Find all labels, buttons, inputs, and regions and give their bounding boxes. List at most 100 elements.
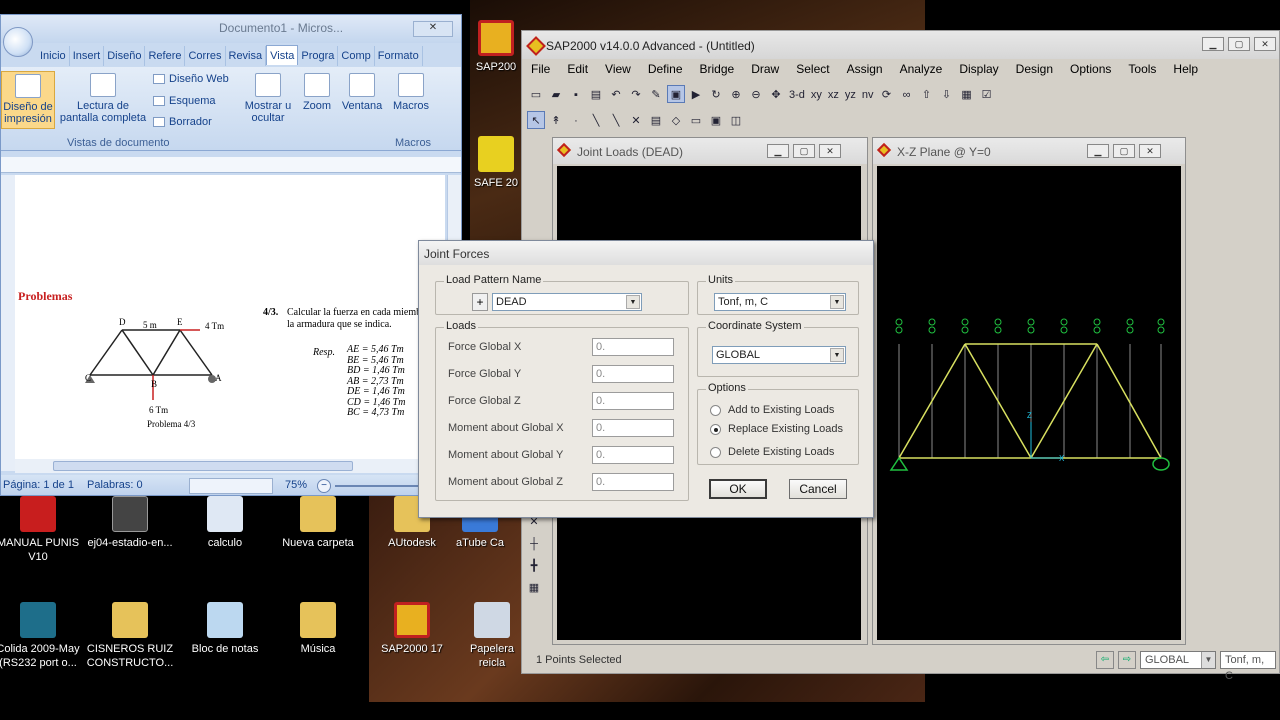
desktop-icon-calculo[interactable]: calculo xyxy=(175,496,275,550)
tab-vista[interactable]: Vista xyxy=(266,45,299,65)
menu-select[interactable]: Select xyxy=(787,59,837,79)
view-3d-button[interactable]: 3-d xyxy=(789,86,805,104)
moment-x-input[interactable]: 0. xyxy=(592,419,674,437)
redo-icon[interactable]: ↷ xyxy=(627,86,645,104)
print-icon[interactable]: ▤ xyxy=(587,86,605,104)
xz-plane-window[interactable]: X-Z Plane @ Y=0 ▁ ▢ ✕ Z X xyxy=(872,137,1186,645)
snap-grid-icon[interactable]: ▦ xyxy=(525,579,543,597)
snap-mid-icon[interactable]: ┼ xyxy=(525,535,543,553)
open-icon[interactable]: ▰ xyxy=(547,86,565,104)
tab-complementos[interactable]: Comp xyxy=(338,46,375,66)
frame-icon[interactable]: ╲ xyxy=(587,112,605,130)
minimize-icon[interactable]: ▁ xyxy=(767,144,789,158)
rotate-icon[interactable]: ⟳ xyxy=(878,86,896,104)
grid-select-icon[interactable]: ▤ xyxy=(647,112,665,130)
run-icon[interactable]: ▶ xyxy=(687,86,705,104)
desktop-icon-musica[interactable]: Música xyxy=(268,602,368,656)
save-icon[interactable]: ▪ xyxy=(567,86,585,104)
pan-icon[interactable]: ✥ xyxy=(767,86,785,104)
close-icon[interactable]: ✕ xyxy=(1254,37,1276,51)
draft-button[interactable]: Borrador xyxy=(153,116,212,128)
desktop-icon-bloc-de-notas[interactable]: Bloc de notas xyxy=(175,602,275,656)
cancel-button[interactable]: Cancel xyxy=(789,479,847,499)
xz-plane-canvas[interactable]: Z X xyxy=(877,166,1181,640)
load-pattern-select[interactable]: DEAD ▼ xyxy=(492,293,642,311)
document-page[interactable]: Problemas D E C B A 4 Tm 6 Tm 5 m Proble… xyxy=(15,175,445,471)
solid-icon[interactable]: ◫ xyxy=(727,112,745,130)
show-hide-button[interactable]: Mostrar u ocultar xyxy=(241,73,295,124)
zoom-in-icon[interactable]: ⊕ xyxy=(727,86,745,104)
reshape-icon[interactable]: ↟ xyxy=(547,112,565,130)
units-dialog-select[interactable]: Tonf, m, C ▼ xyxy=(714,293,846,311)
force-z-input[interactable]: 0. xyxy=(592,392,674,410)
arrow-right-icon[interactable]: ⇨ xyxy=(1118,651,1136,669)
desktop-icon-video[interactable]: ej04-estadio-en... xyxy=(80,496,180,550)
menu-options[interactable]: Options xyxy=(1061,59,1119,79)
horizontal-scrollbar[interactable] xyxy=(15,459,447,473)
tab-correspondencia[interactable]: Corres xyxy=(185,46,226,66)
office-button[interactable] xyxy=(3,27,33,57)
minimize-icon[interactable]: ▁ xyxy=(1202,37,1224,51)
maximize-icon[interactable]: ▢ xyxy=(1228,37,1250,51)
menu-display[interactable]: Display xyxy=(950,59,1006,79)
snap-end-icon[interactable]: ╋ xyxy=(525,557,543,575)
view-xy-button[interactable]: xy xyxy=(811,86,822,104)
full-screen-reading-button[interactable]: Lectura de pantalla completa xyxy=(57,73,149,124)
delete-existing-radio[interactable]: Delete Existing Loads xyxy=(710,446,834,458)
scroll-thumb[interactable] xyxy=(53,461,353,471)
lock-icon[interactable]: ▣ xyxy=(667,85,685,103)
view-yz-button[interactable]: yz xyxy=(845,86,856,104)
desktop-icon-cisneros[interactable]: CISNEROS RUIZ CONSTRUCTO... xyxy=(80,602,180,670)
desktop-icon-sap200[interactable]: SAP200 xyxy=(470,20,522,74)
close-icon[interactable]: ✕ xyxy=(413,21,453,37)
menu-view[interactable]: View xyxy=(596,59,639,79)
menu-draw[interactable]: Draw xyxy=(742,59,787,79)
close-icon[interactable]: ✕ xyxy=(819,144,841,158)
add-load-pattern-button[interactable]: + xyxy=(472,293,488,311)
pointer-icon[interactable]: ↖ xyxy=(527,111,545,129)
zoom-button[interactable]: Zoom xyxy=(297,73,337,112)
perspective-icon[interactable]: ∞ xyxy=(898,86,916,104)
menu-edit[interactable]: Edit xyxy=(558,59,596,79)
view-xz-button[interactable]: xz xyxy=(828,86,839,104)
desktop-icon-nueva-carpeta[interactable]: Nueva carpeta xyxy=(268,496,368,550)
moment-z-input[interactable]: 0. xyxy=(592,473,674,491)
menu-bridge[interactable]: Bridge xyxy=(691,59,743,79)
force-x-input[interactable]: 0. xyxy=(592,338,674,356)
checkbox-icon[interactable]: ☑ xyxy=(978,86,996,104)
outline-button[interactable]: Esquema xyxy=(153,95,215,107)
macros-button[interactable]: Macros xyxy=(387,73,435,112)
brace-icon[interactable]: ✕ xyxy=(627,112,645,130)
new-icon[interactable]: ▭ xyxy=(527,86,545,104)
force-y-input[interactable]: 0. xyxy=(592,365,674,383)
zoom-out-icon[interactable]: ⊖ xyxy=(747,86,765,104)
up-arrow-icon[interactable]: ⇧ xyxy=(918,86,936,104)
tab-insertar[interactable]: Insert xyxy=(70,46,105,66)
minimize-icon[interactable]: ▁ xyxy=(1087,144,1109,158)
point-icon[interactable]: · xyxy=(567,112,585,130)
replace-existing-radio[interactable]: Replace Existing Loads xyxy=(710,423,843,435)
down-arrow-icon[interactable]: ⇩ xyxy=(938,86,956,104)
pencil-icon[interactable]: ✎ xyxy=(647,86,665,104)
grid-icon[interactable]: ▦ xyxy=(958,86,976,104)
tab-referencias[interactable]: Refere xyxy=(145,46,186,66)
rect-area-icon[interactable]: ▭ xyxy=(687,112,705,130)
ok-button[interactable]: OK xyxy=(709,479,767,499)
menu-help[interactable]: Help xyxy=(1164,59,1206,79)
menu-define[interactable]: Define xyxy=(639,59,691,79)
desktop-icon-colida[interactable]: Colida 2009-May (RS232 port o... xyxy=(0,602,88,670)
units-select[interactable]: Tonf, m, C xyxy=(1220,651,1276,682)
area-icon[interactable]: ◇ xyxy=(667,112,685,130)
arrow-left-icon[interactable]: ⇦ xyxy=(1096,651,1114,669)
menu-analyze[interactable]: Analyze xyxy=(891,59,951,79)
menu-assign[interactable]: Assign xyxy=(838,59,891,79)
close-icon[interactable]: ✕ xyxy=(1139,144,1161,158)
print-layout-button[interactable]: Diseño de impresión xyxy=(1,71,55,129)
tab-inicio[interactable]: Inicio xyxy=(37,46,70,66)
moment-y-input[interactable]: 0. xyxy=(592,446,674,464)
coord-system-dialog-select[interactable]: GLOBAL ▼ xyxy=(712,346,846,364)
desktop-icon-manual[interactable]: MANUAL PUNIS V10 xyxy=(0,496,88,564)
menu-file[interactable]: File xyxy=(522,59,558,79)
window-button[interactable]: Ventana xyxy=(339,73,385,112)
coord-system-select[interactable]: GLOBAL ▼ xyxy=(1140,651,1216,669)
